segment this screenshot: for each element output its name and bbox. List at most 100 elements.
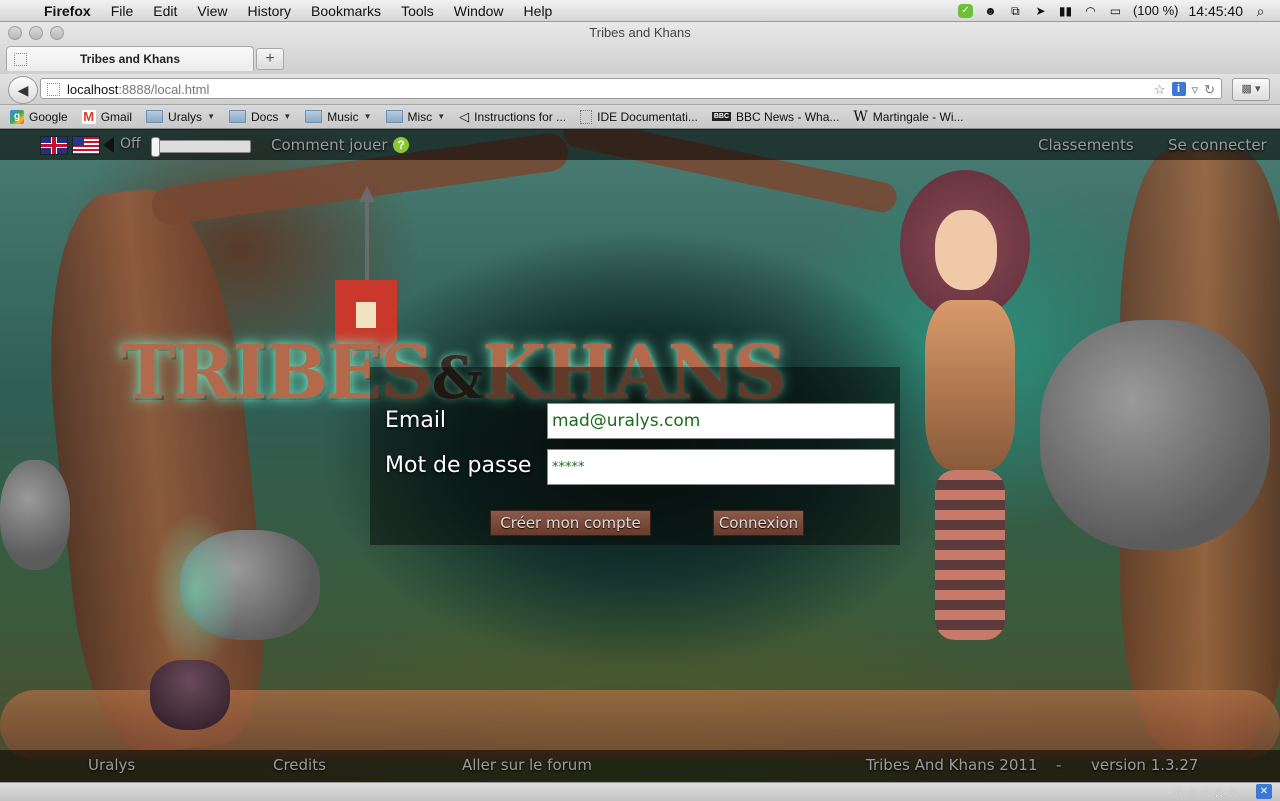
- window-title-bar: Tribes and Khans Tribes and Khans +: [0, 22, 1280, 74]
- page-info-icon[interactable]: i: [1171, 82, 1186, 96]
- addon-button[interactable]: ▩ ▾: [1232, 78, 1270, 101]
- speaker-icon[interactable]: [103, 137, 114, 153]
- cauldron-smoke: [150, 510, 240, 670]
- rankings-link[interactable]: Classements: [1038, 136, 1134, 154]
- menu-bar: Firefox File Edit View History Bookmarks…: [0, 0, 1280, 22]
- bookmarks-toolbar: g Google M Gmail Uralys ▼ Docs ▼ Music ▼…: [0, 105, 1280, 129]
- cursor-icon[interactable]: ➤: [1033, 4, 1048, 18]
- wikipedia-icon: W: [853, 108, 868, 125]
- bookmark-label: Uralys: [168, 109, 203, 124]
- chevron-down-icon: ▼: [207, 112, 215, 121]
- back-button[interactable]: ◀: [8, 76, 38, 104]
- bookmark-instructions[interactable]: ◁ Instructions for ...: [459, 109, 566, 125]
- bookmark-label: BBC News - Wha...: [736, 109, 840, 124]
- bookmark-label: Martingale - Wi...: [872, 109, 964, 124]
- menu-app-name[interactable]: Firefox: [36, 3, 101, 19]
- password-field[interactable]: [547, 449, 895, 485]
- wifi-icon[interactable]: ◠: [1083, 4, 1098, 18]
- url-path: :8888/local.html: [118, 82, 210, 97]
- bookmark-folder-docs[interactable]: Docs ▼: [228, 109, 291, 124]
- character-illustration: [880, 170, 1050, 660]
- volume-slider-knob[interactable]: [151, 137, 160, 157]
- page-icon: [580, 109, 593, 124]
- bookmark-folder-misc[interactable]: Misc ▼: [385, 109, 445, 124]
- bookmark-label: Docs: [250, 109, 279, 124]
- volume-slider[interactable]: [151, 137, 251, 157]
- folder-icon: [385, 110, 403, 123]
- bookmark-bbc-news[interactable]: BBC BBC News - Wha...: [711, 109, 840, 124]
- bookmark-gmail[interactable]: M Gmail: [81, 108, 133, 124]
- footer-uralys-link[interactable]: Uralys: [88, 756, 135, 774]
- bookmark-label: Instructions for ...: [474, 109, 567, 124]
- battery-icon[interactable]: ▭: [1108, 4, 1123, 18]
- bookmark-label: Google: [29, 109, 68, 124]
- how-to-play-link[interactable]: Comment jouer: [271, 136, 388, 154]
- create-account-button[interactable]: Créer mon compte: [490, 510, 651, 536]
- bookmark-folder-uralys[interactable]: Uralys ▼: [146, 110, 215, 124]
- alien-icon[interactable]: ☻: [983, 4, 998, 18]
- navigation-toolbar: ◀ localhost:8888/local.html ☆ i ▿ ↻ ▩ ▾: [0, 74, 1280, 105]
- menu-bookmarks[interactable]: Bookmarks: [301, 3, 391, 19]
- game-viewport: Off Comment jouer ? Classements Se conne…: [0, 130, 1280, 782]
- menu-tools[interactable]: Tools: [391, 3, 444, 19]
- login-button[interactable]: Connexion: [713, 510, 804, 536]
- game-footer: Uralys Credits Aller sur le forum Tribes…: [0, 750, 1280, 782]
- bookmark-star-icon[interactable]: ☆: [1154, 79, 1166, 100]
- footer-credits-link[interactable]: Credits: [273, 756, 326, 774]
- footer-copyright: Tribes And Khans 2011: [866, 756, 1038, 774]
- tab-tribes-and-khans[interactable]: Tribes and Khans: [6, 46, 254, 71]
- bookmark-ide-documentation[interactable]: IDE Documentati...: [580, 109, 698, 124]
- evernote-icon[interactable]: ✓: [957, 3, 973, 18]
- bbc-icon: BBC: [711, 112, 732, 121]
- password-label: Mot de passe: [385, 453, 532, 478]
- footer-separator: -: [1056, 756, 1062, 774]
- bookmark-google[interactable]: g Google: [10, 109, 68, 124]
- browser-status-bar: ☆☆☆☆☆ ✕: [0, 782, 1280, 801]
- status-area: ✓ ☻ ⧉ ➤ ▮▮ ◠ ▭ (100 %) 14:45:40 ⌕: [957, 3, 1280, 19]
- menu-view[interactable]: View: [187, 3, 237, 19]
- url-host: localhost: [67, 82, 119, 97]
- levels-icon[interactable]: ▮▮: [1058, 4, 1073, 18]
- clock[interactable]: 14:45:40: [1189, 3, 1244, 19]
- folder-icon: [146, 110, 164, 123]
- bookmark-folder-music[interactable]: Music ▼: [305, 109, 372, 124]
- unity-icon: ◁: [459, 108, 470, 124]
- new-tab-button[interactable]: +: [256, 48, 284, 70]
- email-field[interactable]: [547, 403, 895, 439]
- url-bar-actions: ☆ i ▿ ↻: [1154, 79, 1215, 100]
- footer-forum-link[interactable]: Aller sur le forum: [462, 756, 592, 774]
- rating-stars[interactable]: ☆☆☆☆☆: [1172, 784, 1240, 801]
- email-label: Email: [385, 408, 447, 433]
- bookmark-label: Misc: [407, 109, 433, 124]
- history-dropdown-icon[interactable]: ▿: [1192, 79, 1199, 100]
- site-identity-icon[interactable]: [47, 83, 60, 96]
- menu-history[interactable]: History: [237, 3, 301, 19]
- menu-help[interactable]: Help: [514, 3, 563, 19]
- bookmark-label: Gmail: [100, 109, 133, 124]
- chevron-down-icon: ▼: [363, 112, 372, 121]
- url-bar[interactable]: localhost:8888/local.html ☆ i ▿ ↻: [40, 78, 1222, 99]
- page-favicon-icon: [14, 53, 27, 66]
- folder-icon: [228, 110, 246, 123]
- reload-icon[interactable]: ↻: [1204, 79, 1215, 100]
- google-icon: g: [10, 109, 24, 124]
- uk-flag-icon[interactable]: [40, 136, 68, 155]
- tab-label: Tribes and Khans: [79, 52, 181, 66]
- sound-state: Off: [120, 136, 141, 152]
- login-link[interactable]: Se connecter: [1168, 136, 1267, 154]
- menu-file[interactable]: File: [101, 3, 144, 19]
- menu-edit[interactable]: Edit: [143, 3, 187, 19]
- menu-window[interactable]: Window: [444, 3, 514, 19]
- rock: [1040, 320, 1270, 550]
- spotlight-search-icon[interactable]: ⌕: [1253, 4, 1268, 18]
- footer-version: version 1.3.27: [1091, 756, 1199, 774]
- help-icon[interactable]: ?: [393, 137, 409, 153]
- gmail-icon: M: [81, 108, 96, 124]
- sync-icon[interactable]: ⧉: [1008, 4, 1023, 18]
- battery-percent: (100 %): [1132, 3, 1179, 18]
- us-flag-icon[interactable]: [72, 136, 100, 155]
- addon-status-icon[interactable]: ✕: [1256, 784, 1272, 799]
- bookmark-label: Music: [327, 109, 359, 124]
- bookmark-martingale[interactable]: W Martingale - Wi...: [853, 109, 963, 125]
- folder-icon: [305, 110, 323, 123]
